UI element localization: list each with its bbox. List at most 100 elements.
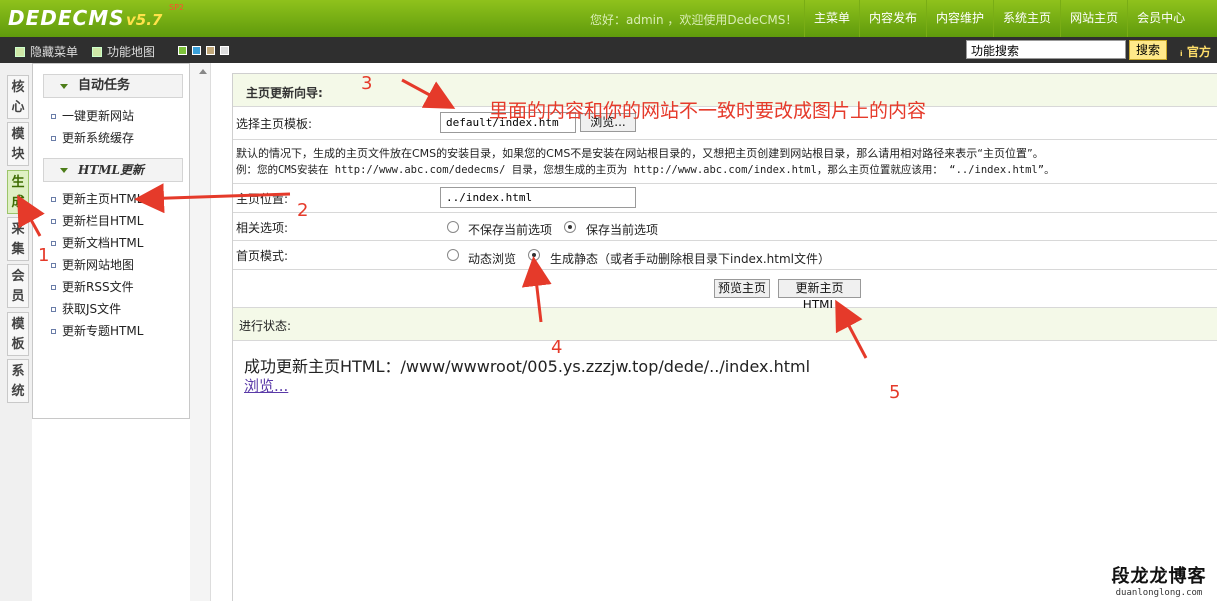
tab-core[interactable]: 核心: [7, 75, 29, 119]
watermark-domain: duanlonglong.com: [1115, 588, 1203, 598]
menu-icon: [15, 46, 25, 57]
watermark-title: 段龙龙博客: [1111, 566, 1207, 587]
menu-item-update-sitemap[interactable]: 更新网站地图: [51, 257, 134, 273]
note-row: 默认的情况下，生成的主页文件放在CMS的安装目录，如果您的CMS不是安装在网站根…: [233, 140, 1217, 184]
bullet-icon: [51, 241, 56, 246]
note-line-2: 例：您的CMS安装在 http://www.abc.com/dedecms/ 目…: [236, 164, 1055, 176]
bullet-icon: [51, 263, 56, 268]
radio-static[interactable]: [528, 249, 540, 261]
nav-content-publish[interactable]: 内容发布: [859, 0, 926, 37]
position-label: 主页位置:: [236, 192, 289, 206]
status-label: 进行状态:: [239, 319, 292, 333]
mode-label: 首页模式:: [236, 249, 289, 263]
theme-swatch-blue[interactable]: [192, 46, 201, 55]
bullet-icon: [51, 285, 56, 290]
nav-system-home[interactable]: 系统主页: [993, 0, 1060, 37]
menu-group-auto-tasks[interactable]: 自动任务: [43, 74, 183, 98]
menu-item-update-site[interactable]: 一键更新网站: [51, 108, 134, 124]
menu-group-title: 自动任务: [78, 78, 131, 93]
save-label: 保存当前选项: [586, 223, 659, 237]
menu-item-get-js[interactable]: 获取JS文件: [51, 301, 121, 317]
left-tab-bar: 核心 模块 生成 采集 会员 模板 系统: [0, 63, 32, 601]
status-row: 进行状态:: [233, 308, 1217, 341]
scroll-strip[interactable]: [190, 63, 211, 601]
feature-map-button[interactable]: 功能地图: [92, 43, 155, 60]
hide-menu-label: 隐藏菜单: [30, 45, 79, 59]
theme-swatch-brown[interactable]: [206, 46, 215, 55]
bullet-icon: [51, 114, 56, 119]
position-row: 主页位置: ../index.html: [233, 184, 1217, 213]
official-label: 官方: [1186, 45, 1211, 59]
annotation-number-1: 1: [38, 245, 50, 266]
left-menu: 自动任务 一键更新网站 更新系统缓存 HTML更新 更新主页HTML 更新栏目H…: [32, 63, 190, 419]
watermark: 段龙龙博客 duanlonglong.com: [1104, 562, 1214, 598]
main-panel: 主页更新向导: 选择主页模板: default/index.htm 浏览... …: [232, 73, 1217, 601]
version-label: v5.7: [126, 11, 163, 29]
nav-main-menu[interactable]: 主菜单: [804, 0, 859, 37]
grid-icon: [92, 46, 102, 57]
bullet-icon: [51, 307, 56, 312]
tab-member[interactable]: 会员: [7, 264, 29, 308]
form-title: 主页更新向导:: [246, 86, 323, 100]
note-line-1: 默认的情况下，生成的主页文件放在CMS的安装目录，如果您的CMS不是安装在网站根…: [236, 147, 1044, 160]
no-save-label: 不保存当前选项: [468, 223, 553, 237]
menu-group-html-update[interactable]: HTML更新: [43, 158, 183, 182]
dynamic-label: 动态浏览: [468, 252, 517, 266]
dedecms-logo: DEDECMS: [8, 6, 125, 30]
welcome-text: 您好：admin ，欢迎使用DedeCMS！: [590, 13, 798, 27]
options-row: 相关选项: 不保存当前选项 保存当前选项: [233, 213, 1217, 241]
feature-map-label: 功能地图: [107, 45, 156, 59]
radio-dynamic[interactable]: [447, 249, 459, 261]
update-home-html-button[interactable]: 更新主页HTML: [778, 279, 861, 312]
menu-group-title: HTML更新: [78, 163, 144, 177]
menu-item-update-rss[interactable]: 更新RSS文件: [51, 279, 134, 295]
signal-icon: ᵢ: [1180, 45, 1183, 59]
static-label: 生成静态（或者手动删除根目录下index.html文件）: [550, 252, 830, 266]
annotation-number-3: 3: [361, 73, 373, 94]
mode-row: 首页模式: 动态浏览 生成静态（或者手动删除根目录下index.html文件）: [233, 241, 1217, 270]
tab-template[interactable]: 模板: [7, 312, 29, 356]
top-header: DEDECMS v5.7 SP2 您好：admin ，欢迎使用DedeCMS！ …: [0, 0, 1217, 37]
collapse-arrow-icon: [60, 84, 68, 89]
scroll-up-icon[interactable]: [199, 69, 207, 74]
annotation-number-5: 5: [889, 382, 901, 403]
tab-module[interactable]: 模块: [7, 122, 29, 166]
nav-content-maintain[interactable]: 内容维护: [926, 0, 993, 37]
bullet-icon: [51, 136, 56, 141]
radio-save[interactable]: [564, 221, 576, 233]
bullet-icon: [51, 219, 56, 224]
menu-item-update-topic-html[interactable]: 更新专题HTML: [51, 323, 143, 339]
tab-system[interactable]: 系统: [7, 359, 29, 403]
screen: DEDECMS v5.7 SP2 您好：admin ，欢迎使用DedeCMS！ …: [0, 0, 1217, 601]
nav-site-home[interactable]: 网站主页: [1060, 0, 1127, 37]
search-button[interactable]: 搜索: [1129, 40, 1167, 60]
function-search-input[interactable]: 功能搜索: [966, 40, 1126, 59]
position-input[interactable]: ../index.html: [440, 187, 636, 208]
annotation-number-2: 2: [297, 200, 309, 221]
tab-collect[interactable]: 采集: [7, 217, 29, 261]
official-link[interactable]: ᵢ 官方: [1180, 43, 1211, 60]
edition-label: SP2: [169, 3, 184, 12]
nav-member-center[interactable]: 会员中心: [1127, 0, 1194, 37]
options-label: 相关选项:: [236, 221, 289, 235]
theme-swatch-gray[interactable]: [220, 46, 229, 55]
theme-swatch-green[interactable]: [178, 46, 187, 55]
radio-no-save[interactable]: [447, 221, 459, 233]
tab-generate[interactable]: 生成: [7, 170, 29, 214]
result-text: 成功更新主页HTML：/www/wwwroot/005.ys.zzzjw.top…: [244, 357, 811, 376]
bullet-icon: [51, 329, 56, 334]
action-row: 预览主页 更新主页HTML: [233, 270, 1217, 312]
preview-home-button[interactable]: 预览主页: [714, 279, 770, 298]
top-nav: 主菜单 内容发布 内容维护 系统主页 网站主页 会员中心: [804, 0, 1194, 37]
result-browse-link[interactable]: 浏览...: [244, 375, 288, 396]
hide-menu-button[interactable]: 隐藏菜单: [15, 43, 78, 60]
menu-item-update-home-html[interactable]: 更新主页HTML: [51, 191, 143, 207]
template-label: 选择主页模板:: [236, 117, 313, 131]
collapse-arrow-icon: [60, 168, 68, 173]
menu-item-update-cache[interactable]: 更新系统缓存: [51, 130, 134, 146]
bullet-icon: [51, 197, 56, 202]
annotation-note: 里面的内容和你的网站不一致时要改成图片上的内容: [489, 100, 927, 122]
menu-item-update-column-html[interactable]: 更新栏目HTML: [51, 213, 143, 229]
annotation-number-4: 4: [551, 337, 563, 358]
menu-item-update-doc-html[interactable]: 更新文档HTML: [51, 235, 143, 251]
